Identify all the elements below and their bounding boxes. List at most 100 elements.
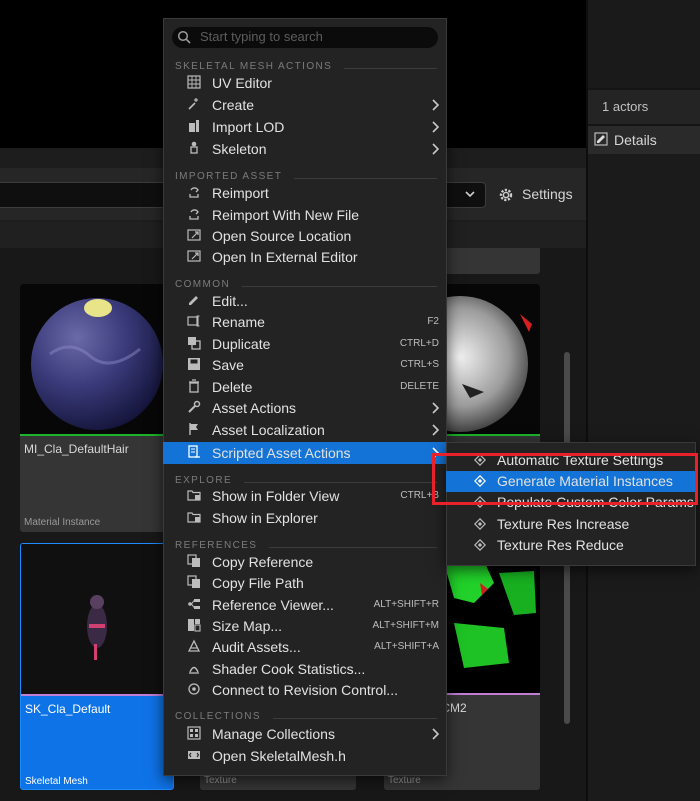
menu-section-header: SKELETAL MESH ACTIONS bbox=[175, 61, 333, 72]
menu-item-edit[interactable]: Edit... bbox=[163, 290, 447, 312]
menu-item-label: Skeleton bbox=[212, 141, 267, 157]
menu-item-rename[interactable]: Rename F2 bbox=[163, 311, 447, 333]
shortcut-label: CTRL+S bbox=[400, 359, 439, 370]
menu-item-show-in-explorer[interactable]: Show in Explorer bbox=[163, 507, 447, 529]
search-icon bbox=[177, 30, 191, 44]
menu-item-save[interactable]: Save CTRL+S bbox=[163, 354, 447, 376]
menu-section-header: IMPORTED ASSET bbox=[175, 171, 283, 182]
chevron-right-icon bbox=[432, 143, 439, 155]
shortcut-label: ALT+SHIFT+M bbox=[372, 620, 440, 631]
menu-item-reimport-with-new-file[interactable]: Reimport With New File bbox=[163, 204, 447, 226]
section-divider bbox=[272, 718, 437, 719]
asset-type: Material Instance bbox=[24, 517, 101, 528]
uv-editor-icon bbox=[187, 75, 201, 89]
diamond-icon bbox=[474, 539, 486, 551]
reference-viewer-icon bbox=[188, 599, 200, 609]
details-tab-label: Details bbox=[614, 132, 657, 148]
menu-item-label: Scripted Asset Actions bbox=[212, 445, 351, 461]
menu-item-uv-editor[interactable]: UV Editor bbox=[163, 72, 447, 94]
menu-item-audit-assets[interactable]: Audit Assets... ALT+SHIFT+A bbox=[163, 636, 447, 658]
menu-item-create[interactable]: Create bbox=[163, 94, 447, 116]
asset-name: SK_Cla_Default bbox=[25, 702, 111, 716]
reimport-file-icon bbox=[189, 209, 199, 220]
menu-item-label: UV Editor bbox=[212, 75, 272, 91]
shortcut-label: ALT+SHIFT+R bbox=[373, 599, 439, 610]
menu-item-label: Save bbox=[212, 357, 244, 373]
menu-item-show-in-folder-view[interactable]: Show in Folder View CTRL+B bbox=[163, 485, 447, 507]
duplicate-icon bbox=[188, 337, 201, 350]
menu-item-size-map[interactable]: Size Map... ALT+SHIFT+M bbox=[163, 615, 447, 637]
collections-icon bbox=[187, 726, 201, 740]
menu-item-open-source-location[interactable]: Open Source Location bbox=[163, 225, 447, 247]
menu-item-open-in-external-editor[interactable]: Open In External Editor bbox=[163, 246, 447, 268]
highlight-annotation bbox=[432, 453, 698, 505]
section-divider bbox=[269, 547, 437, 548]
asset-tile-skeletal-mesh[interactable]: SK_Cla_Default Skeletal Mesh bbox=[20, 543, 174, 790]
asset-thumbnail bbox=[21, 544, 173, 695]
asset-type: Skeletal Mesh bbox=[25, 776, 88, 787]
menu-item-reimport[interactable]: Reimport bbox=[163, 182, 447, 204]
details-pencil-icon bbox=[594, 132, 608, 146]
menu-item-label: Reimport With New File bbox=[212, 207, 360, 223]
menu-item-skeleton[interactable]: Skeleton bbox=[163, 138, 447, 160]
submenu-item-texture-res-reduce[interactable]: Texture Res Reduce bbox=[446, 535, 696, 556]
section-divider bbox=[244, 482, 437, 483]
menu-item-label: Copy File Path bbox=[212, 575, 304, 591]
menu-item-label: Show in Explorer bbox=[212, 510, 318, 526]
menu-item-scripted-asset-actions[interactable]: Scripted Asset Actions bbox=[163, 442, 447, 464]
size-map-icon bbox=[188, 619, 201, 632]
menu-item-copy-reference[interactable]: Copy Reference bbox=[163, 551, 447, 573]
asset-name: MI_Cla_DefaultHair bbox=[24, 442, 129, 456]
menu-item-label: Manage Collections bbox=[212, 726, 335, 742]
menu-item-label: Edit... bbox=[212, 293, 248, 309]
pencil-icon bbox=[189, 296, 198, 305]
submenu-item-label: Texture Res Reduce bbox=[497, 537, 624, 553]
menu-item-label: Delete bbox=[212, 379, 253, 395]
shortcut-label: DELETE bbox=[400, 381, 439, 392]
menu-item-label: Open Source Location bbox=[212, 228, 352, 244]
menu-item-delete[interactable]: Delete DELETE bbox=[163, 376, 447, 398]
menu-item-label: Open SkeletalMesh.h bbox=[212, 748, 346, 764]
asset-tile-material-instance[interactable]: MI_Cla_DefaultHair Material Instance bbox=[20, 284, 174, 532]
folder-open-icon bbox=[187, 229, 201, 241]
search-placeholder: Start typing to search bbox=[200, 29, 323, 44]
code-file-icon bbox=[188, 751, 200, 759]
external-editor-icon bbox=[187, 250, 201, 262]
shortcut-label: CTRL+D bbox=[399, 338, 439, 349]
section-divider bbox=[242, 286, 437, 287]
explorer-icon bbox=[187, 512, 201, 523]
menu-item-label: Show in Folder View bbox=[212, 488, 340, 504]
chevron-right-icon bbox=[432, 424, 439, 436]
wrench-icon bbox=[188, 400, 201, 413]
section-divider bbox=[344, 68, 437, 69]
menu-item-label: Open In External Editor bbox=[212, 249, 358, 265]
copy-path-icon bbox=[187, 575, 200, 588]
menu-item-label: Import LOD bbox=[212, 119, 285, 135]
import-lod-icon bbox=[189, 120, 199, 132]
create-icon bbox=[188, 98, 198, 110]
menu-item-manage-collections[interactable]: Manage Collections bbox=[163, 723, 447, 745]
actors-count: 1 actors bbox=[602, 99, 649, 114]
menu-item-asset-localization[interactable]: Asset Localization bbox=[163, 419, 447, 441]
menu-item-copy-file-path[interactable]: Copy File Path bbox=[163, 572, 447, 594]
menu-item-asset-actions[interactable]: Asset Actions bbox=[163, 397, 447, 419]
menu-item-import-lod[interactable]: Import LOD bbox=[163, 116, 447, 138]
menu-item-label: Shader Cook Statistics... bbox=[212, 661, 366, 677]
menu-section-header: COLLECTIONS bbox=[175, 711, 261, 722]
submenu-item-texture-res-increase[interactable]: Texture Res Increase bbox=[446, 514, 696, 535]
menu-item-open-skeletalmesh-h[interactable]: Open SkeletalMesh.h bbox=[163, 745, 447, 767]
script-icon bbox=[188, 445, 200, 458]
folder-view-icon bbox=[187, 490, 201, 501]
menu-item-connect-to-revision-control[interactable]: Connect to Revision Control... bbox=[163, 679, 447, 701]
menu-item-shader-cook-statistics[interactable]: Shader Cook Statistics... bbox=[163, 658, 447, 680]
asset-thumbnail bbox=[20, 284, 174, 434]
skeleton-icon bbox=[190, 141, 198, 154]
menu-item-label: Reimport bbox=[212, 185, 269, 201]
menu-item-label: Copy Reference bbox=[212, 554, 314, 570]
asset-type: Texture bbox=[388, 775, 421, 786]
chevron-right-icon bbox=[432, 99, 439, 111]
menu-item-duplicate[interactable]: Duplicate CTRL+D bbox=[163, 333, 447, 355]
chevron-down-icon[interactable] bbox=[462, 186, 478, 202]
audit-icon bbox=[187, 639, 201, 652]
menu-item-reference-viewer[interactable]: Reference Viewer... ALT+SHIFT+R bbox=[163, 594, 447, 616]
